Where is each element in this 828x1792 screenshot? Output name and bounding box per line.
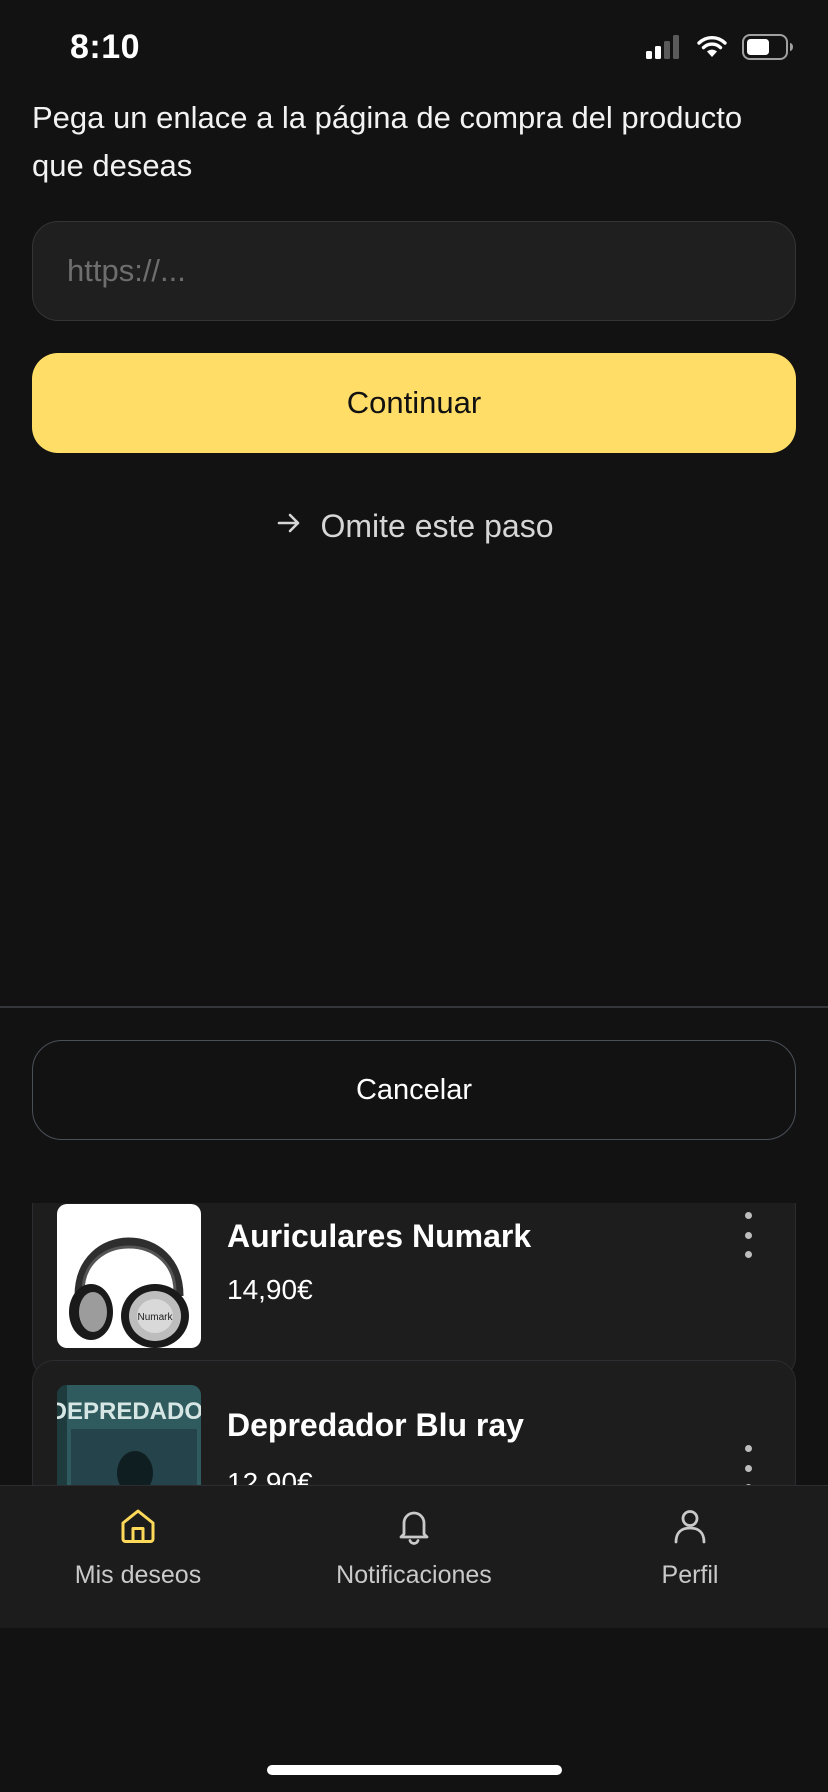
- bluray-cover-thumbnail: DEPREDADOR: [57, 1385, 201, 1485]
- more-options-icon[interactable]: [741, 1445, 755, 1485]
- more-options-icon[interactable]: [741, 1212, 755, 1258]
- arrow-right-icon: [275, 508, 303, 545]
- status-bar: 8:10: [0, 0, 828, 100]
- headphones-thumbnail: Numark: [57, 1204, 201, 1348]
- tab-label: Notificaciones: [336, 1561, 492, 1589]
- continue-button[interactable]: Continuar: [32, 353, 796, 453]
- url-input[interactable]: [32, 221, 796, 321]
- wifi-icon: [696, 35, 728, 64]
- instruction-text: Pega un enlace a la página de compra del…: [32, 100, 743, 183]
- wishlist-card[interactable]: DEPREDADOR Depredador Blu ray 12,90€: [32, 1360, 796, 1485]
- tab-mis-deseos[interactable]: Mis deseos: [28, 1506, 248, 1590]
- tab-bar: Mis deseos Notificaciones Perfil: [0, 1485, 828, 1628]
- wishlist: Numark Auriculares Numark 14,90€ DEPREDA…: [0, 1203, 828, 1485]
- tab-notificaciones[interactable]: Notificaciones: [304, 1506, 524, 1590]
- screen: 8:10 Pega un enlace a la página de compr…: [0, 0, 828, 1792]
- thumbnail-cover-text: DEPREDADOR: [57, 1398, 201, 1425]
- skip-step-link[interactable]: Omite este paso: [0, 500, 828, 552]
- thumbnail-brand-text: Numark: [137, 1312, 173, 1323]
- signal-icon: [646, 35, 682, 64]
- cancel-button-label: Cancelar: [355, 1073, 473, 1106]
- wishlist-item-title: Depredador Blu ray: [227, 1407, 524, 1443]
- bell-icon: [394, 1506, 434, 1551]
- wishlist-item-title: Auriculares Numark: [227, 1218, 532, 1254]
- wishlist-item-price: 14,90€: [227, 1274, 313, 1305]
- tab-perfil[interactable]: Perfil: [580, 1506, 800, 1590]
- tab-label: Perfil: [661, 1561, 719, 1589]
- home-icon: [118, 1506, 158, 1551]
- status-icons: [646, 34, 794, 65]
- divider: [0, 1006, 828, 1008]
- user-icon: [670, 1506, 710, 1551]
- battery-icon: [742, 34, 794, 65]
- continue-button-label: Continuar: [346, 385, 482, 420]
- home-indicator: [267, 1765, 562, 1775]
- skip-step-label: Omite este paso: [320, 507, 554, 544]
- status-time: 8:10: [70, 28, 141, 66]
- wishlist-card[interactable]: Numark Auriculares Numark 14,90€: [32, 1203, 796, 1379]
- tab-label: Mis deseos: [74, 1561, 202, 1589]
- wishlist-item-price: 12,90€: [227, 1467, 313, 1485]
- cancel-button[interactable]: Cancelar: [32, 1040, 796, 1140]
